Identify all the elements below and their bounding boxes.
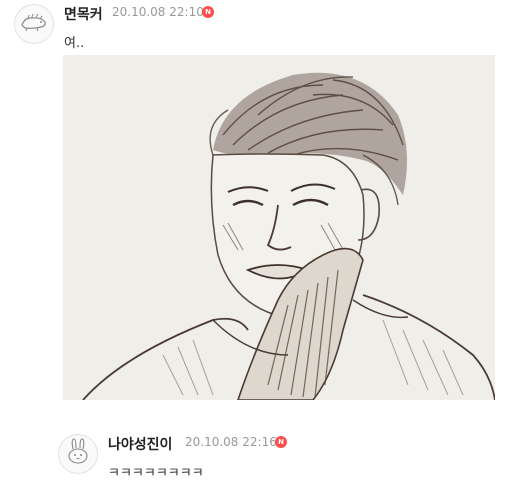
new-badge: N bbox=[202, 6, 214, 18]
comment-timestamp: 20.10.08 22:10 bbox=[112, 5, 204, 19]
rabbit-doodle-icon bbox=[63, 437, 93, 471]
comment-timestamp: 20.10.08 22:16 bbox=[185, 435, 277, 449]
comment-author[interactable]: 면목커 bbox=[64, 4, 103, 24]
sketch-portrait-icon bbox=[63, 55, 495, 400]
comment-text: 여.. bbox=[64, 36, 85, 51]
avatar[interactable] bbox=[58, 434, 98, 474]
new-badge: N bbox=[275, 436, 287, 448]
avatar[interactable] bbox=[14, 4, 54, 44]
comment-text: ㅋㅋㅋㅋㅋㅋㅋㅋ bbox=[108, 466, 204, 481]
lizard-doodle-icon bbox=[19, 11, 49, 37]
comment-author[interactable]: 나야성진이 bbox=[108, 434, 172, 454]
attached-image[interactable] bbox=[63, 55, 495, 400]
